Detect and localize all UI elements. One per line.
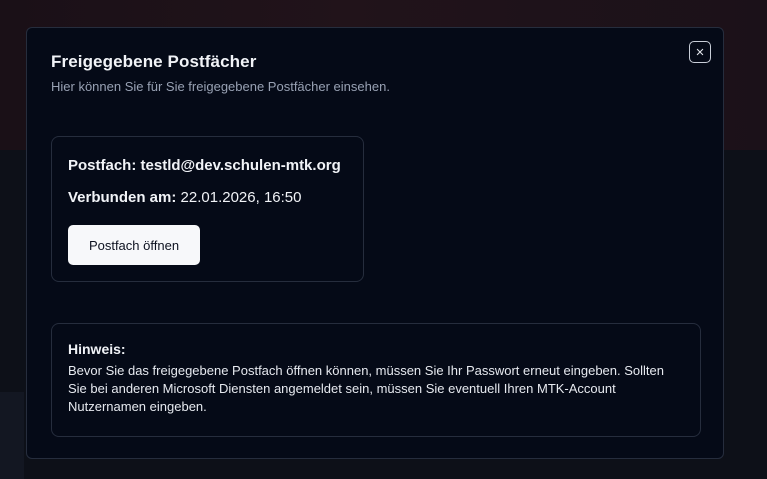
dialog-title: Freigegebene Postfächer [51, 52, 257, 71]
close-x-icon [696, 48, 704, 56]
mailbox-address-line: Postfach: testld@dev.schulen-mtk.org [68, 157, 341, 174]
mailbox-card: Postfach: testld@dev.schulen-mtk.org Ver… [51, 136, 364, 282]
mailbox-connected-line: Verbunden am: 22.01.2026, 16:50 [68, 189, 301, 206]
open-mailbox-button[interactable]: Postfach öffnen [68, 225, 200, 265]
mailbox-address: testld@dev.schulen-mtk.org [140, 157, 341, 174]
hint-box: Hinweis: Bevor Sie das freigegebene Post… [51, 323, 701, 437]
connected-date: 22.01.2026, 16:50 [180, 189, 302, 206]
close-button[interactable] [689, 41, 711, 63]
connected-label: Verbunden am: [68, 189, 177, 206]
shared-mailboxes-dialog: Freigegebene Postfächer Hier können Sie … [26, 27, 724, 459]
hint-title: Hinweis: [68, 341, 126, 357]
hint-text: Bevor Sie das freigegebene Postfach öffn… [68, 363, 664, 414]
background-card [0, 392, 24, 479]
mailbox-label: Postfach: [68, 157, 137, 174]
dialog-subtitle: Hier können Sie für Sie freigegebene Pos… [51, 79, 390, 94]
